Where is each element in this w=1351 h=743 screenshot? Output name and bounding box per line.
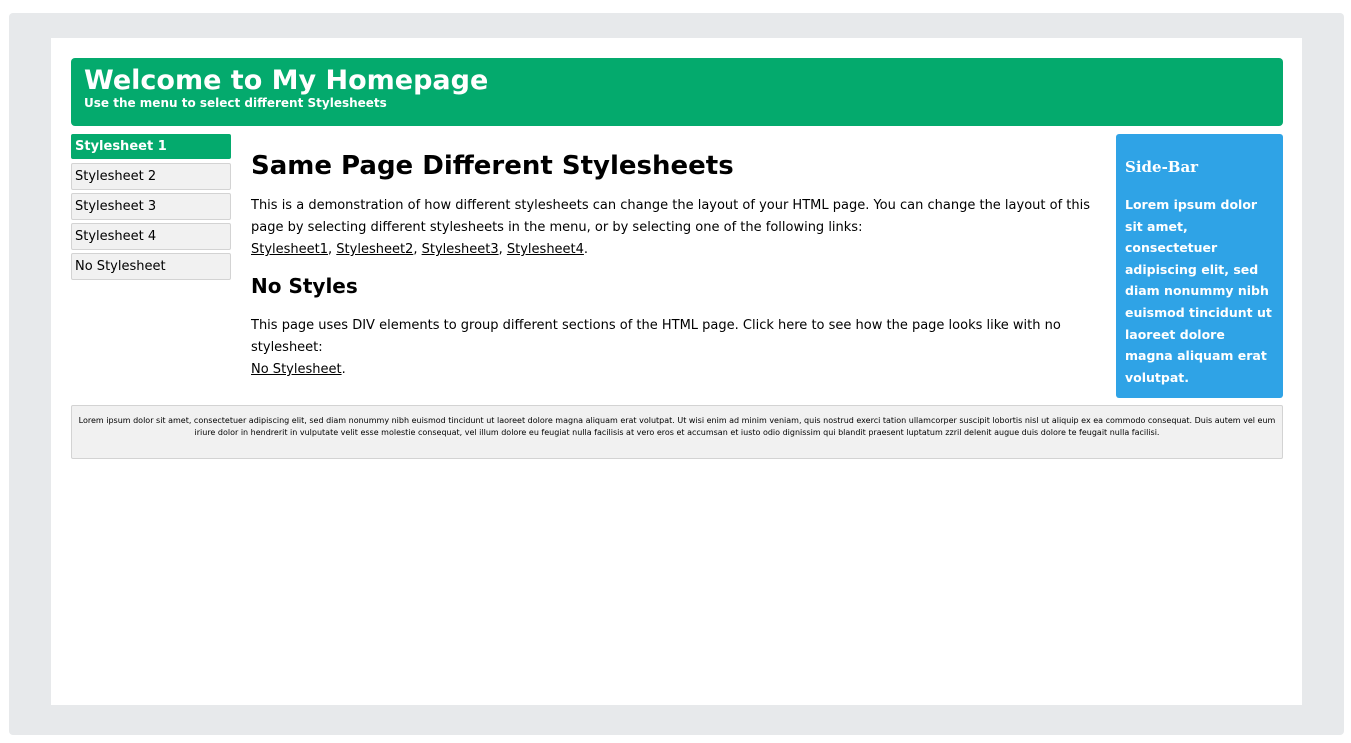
page-container: Welcome to My Homepage Use the menu to s… — [51, 38, 1302, 705]
menu-item-stylesheet-3[interactable]: Stylesheet 3 — [71, 193, 231, 220]
page-title: Welcome to My Homepage — [84, 65, 489, 96]
intro-paragraph: This is a demonstration of how different… — [251, 195, 1096, 261]
no-styles-heading: No Styles — [251, 274, 358, 298]
menu-item-stylesheet-4[interactable]: Stylesheet 4 — [71, 223, 231, 250]
link-separator: , — [413, 242, 422, 257]
side-bar: Side-Bar Lorem ipsum dolor sit amet, con… — [1116, 134, 1283, 398]
intro-text: This is a demonstration of how different… — [251, 198, 1091, 235]
link-end: . — [583, 242, 589, 257]
page-footer: Lorem ipsum dolor sit amet, consectetuer… — [71, 405, 1283, 459]
link-stylesheet-4[interactable]: Stylesheet4 — [507, 242, 584, 257]
sidebar-text: Lorem ipsum dolor sit amet, consectetuer… — [1125, 197, 1272, 385]
page-header: Welcome to My Homepage Use the menu to s… — [71, 58, 1283, 126]
menu-item-stylesheet-2[interactable]: Stylesheet 2 — [71, 163, 231, 190]
link-no-stylesheet[interactable]: No Stylesheet — [251, 362, 342, 377]
stylesheet-menu: Stylesheet 1 Stylesheet 2 Stylesheet 3 S… — [71, 134, 231, 283]
no-styles-paragraph: This page uses DIV elements to group dif… — [251, 315, 1096, 381]
link-stylesheet-3[interactable]: Stylesheet3 — [422, 242, 499, 257]
link-stylesheet-2[interactable]: Stylesheet2 — [336, 242, 413, 257]
menu-item-stylesheet-1[interactable]: Stylesheet 1 — [71, 134, 231, 159]
footer-text: Lorem ipsum dolor sit amet, consectetuer… — [78, 416, 1276, 437]
no-styles-end: . — [341, 362, 346, 377]
main-heading: Same Page Different Stylesheets — [251, 151, 734, 181]
link-stylesheet-1[interactable]: Stylesheet1 — [251, 242, 328, 257]
sidebar-title: Side-Bar — [1125, 158, 1199, 176]
link-separator: , — [498, 242, 507, 257]
menu-item-no-stylesheet[interactable]: No Stylesheet — [71, 253, 231, 280]
no-styles-text: This page uses DIV elements to group dif… — [251, 318, 1061, 355]
page-subtitle: Use the menu to select different Stylesh… — [84, 96, 387, 110]
